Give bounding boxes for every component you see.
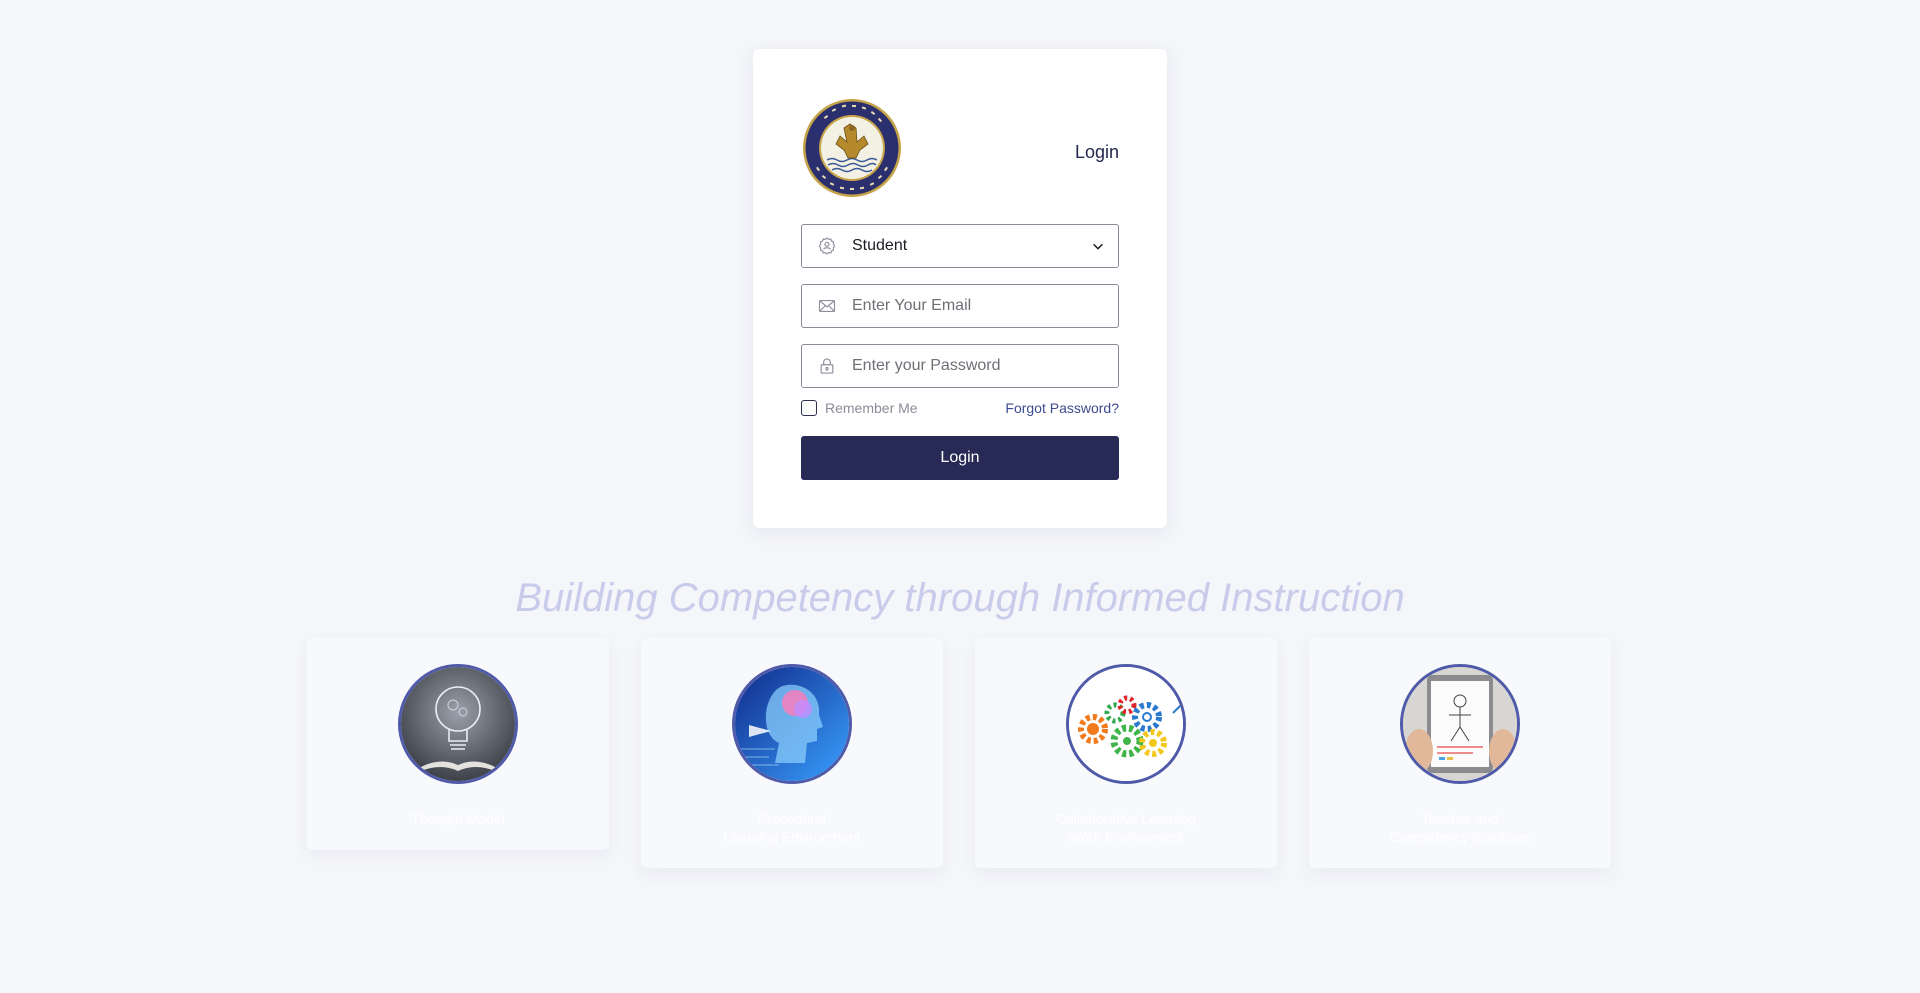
remember-me[interactable]: Remember Me [801, 400, 918, 416]
lock-icon [802, 345, 852, 387]
academy-logo-image [803, 99, 901, 197]
login-title: Login [1074, 142, 1119, 162]
login-button[interactable]: Login [801, 436, 1119, 480]
chevron-down-icon [1078, 225, 1118, 267]
envelope-icon [802, 285, 852, 327]
tagline: Building Competency through Informed Ins… [515, 576, 1405, 620]
feature-card-collaborative-learning[interactable]: Collaborative Learning Work Environment [975, 638, 1277, 868]
academy-logo [802, 98, 902, 198]
feature-label-line1: Thought Model [411, 811, 505, 827]
feature-card-teacher-competency[interactable]: Teacher and Competency Solutions [1309, 638, 1611, 868]
feature-label: Procedural Learning Environment [651, 810, 933, 846]
feature-label: Teacher and Competency Solutions [1319, 810, 1601, 846]
feature-label-line2: Learning Environment [723, 829, 861, 845]
ai-brain-head-icon [732, 664, 852, 784]
email-field [801, 284, 1119, 328]
password-input[interactable] [852, 346, 1118, 386]
remember-me-label: Remember Me [825, 400, 918, 416]
role-select[interactable]: Student [801, 224, 1119, 268]
email-input[interactable] [852, 286, 1118, 326]
login-options-row: Remember Me Forgot Password? [801, 398, 1119, 418]
forgot-password-link[interactable]: Forgot Password? [1005, 400, 1119, 416]
feature-label-line2: Competency Solutions [1389, 829, 1531, 845]
feature-label-line2: Work Environment [1068, 829, 1184, 845]
feature-label-line1: Collaborative Learning [1055, 811, 1197, 827]
feature-card-procedural-learning[interactable]: Procedural Learning Environment [641, 638, 943, 868]
lightbulb-book-icon [398, 664, 518, 784]
feature-label-line1: Teacher and [1421, 811, 1499, 827]
feature-label: Thought Model [317, 810, 599, 828]
colored-gears-icon [1066, 664, 1186, 784]
tablet-sketch-icon [1400, 664, 1520, 784]
password-field [801, 344, 1119, 388]
login-card: Login Student Enter Your Email Remember … [753, 49, 1167, 528]
feature-label-line1: Procedural [758, 811, 826, 827]
feature-label: Collaborative Learning Work Environment [985, 810, 1267, 846]
feature-card-thought-model[interactable]: Thought Model [307, 638, 609, 850]
role-select-value: Student [852, 237, 908, 254]
remember-me-checkbox[interactable] [801, 400, 817, 416]
user-gear-icon [802, 225, 852, 267]
